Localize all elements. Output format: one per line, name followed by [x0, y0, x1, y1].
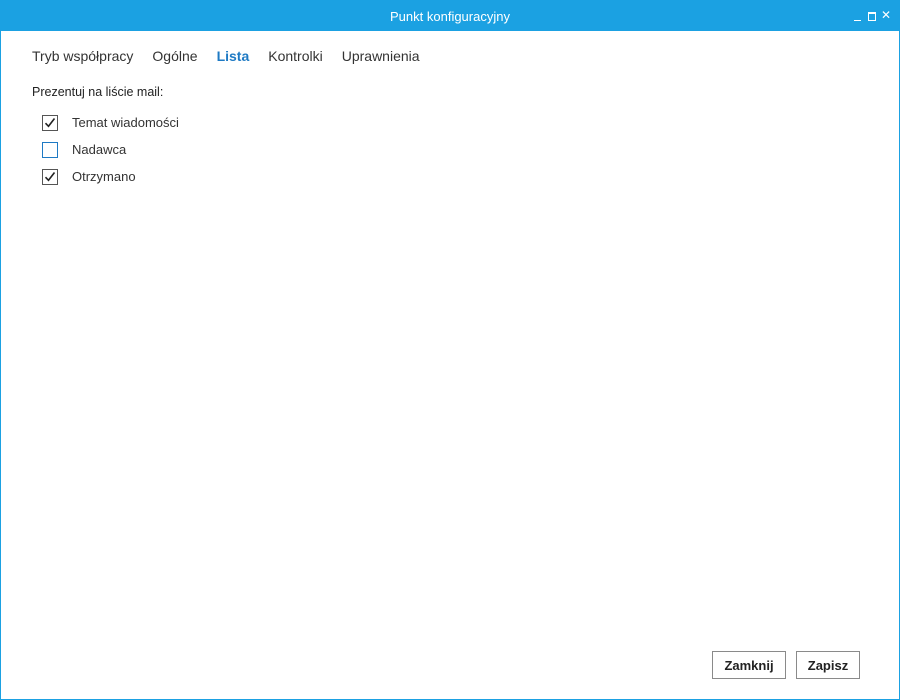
tab-lista[interactable]: Lista — [217, 47, 250, 65]
option-nadawca[interactable]: Nadawca — [42, 136, 179, 163]
checkbox-temat-wiadomosci[interactable] — [42, 114, 58, 131]
save-button[interactable]: Zapisz — [796, 651, 860, 679]
option-temat-wiadomosci[interactable]: Temat wiadomości — [42, 109, 179, 136]
tab-kontrolki[interactable]: Kontrolki — [268, 47, 322, 65]
checkbox-otrzymano[interactable] — [42, 168, 58, 185]
maximize-icon — [868, 12, 876, 21]
option-label: Otrzymano — [72, 168, 136, 184]
minimize-icon — [854, 20, 861, 21]
close-button[interactable]: Zamknij — [712, 651, 786, 679]
tab-ogolne[interactable]: Ogólne — [152, 47, 197, 65]
close-icon: ✕ — [881, 8, 892, 22]
close-window-button[interactable]: ✕ — [881, 8, 892, 22]
tab-tryb-wspolpracy[interactable]: Tryb współpracy — [32, 47, 133, 65]
checkmark-icon — [44, 171, 56, 182]
checkbox-nadawca[interactable] — [42, 141, 58, 158]
config-dialog: Punkt konfiguracyjny ✕ Tryb współpracy O… — [0, 0, 900, 700]
tab-uprawnienia[interactable]: Uprawnienia — [342, 47, 420, 65]
window-controls: ✕ — [853, 8, 892, 24]
option-otrzymano[interactable]: Otrzymano — [42, 163, 179, 190]
maximize-button[interactable] — [867, 10, 877, 22]
option-label: Nadawca — [72, 141, 127, 157]
option-label: Temat wiadomości — [72, 114, 179, 130]
minimize-button[interactable] — [853, 10, 863, 22]
list-section-heading: Prezentuj na liście mail: — [32, 85, 164, 99]
title-bar[interactable]: Punkt konfiguracyjny ✕ — [1, 1, 899, 31]
mail-columns-checklist: Temat wiadomości Nadawca Otrzymano — [42, 109, 179, 190]
window-title: Punkt konfiguracyjny — [390, 9, 510, 24]
checkmark-icon — [44, 117, 56, 128]
tab-bar: Tryb współpracy Ogólne Lista Kontrolki U… — [32, 47, 420, 65]
